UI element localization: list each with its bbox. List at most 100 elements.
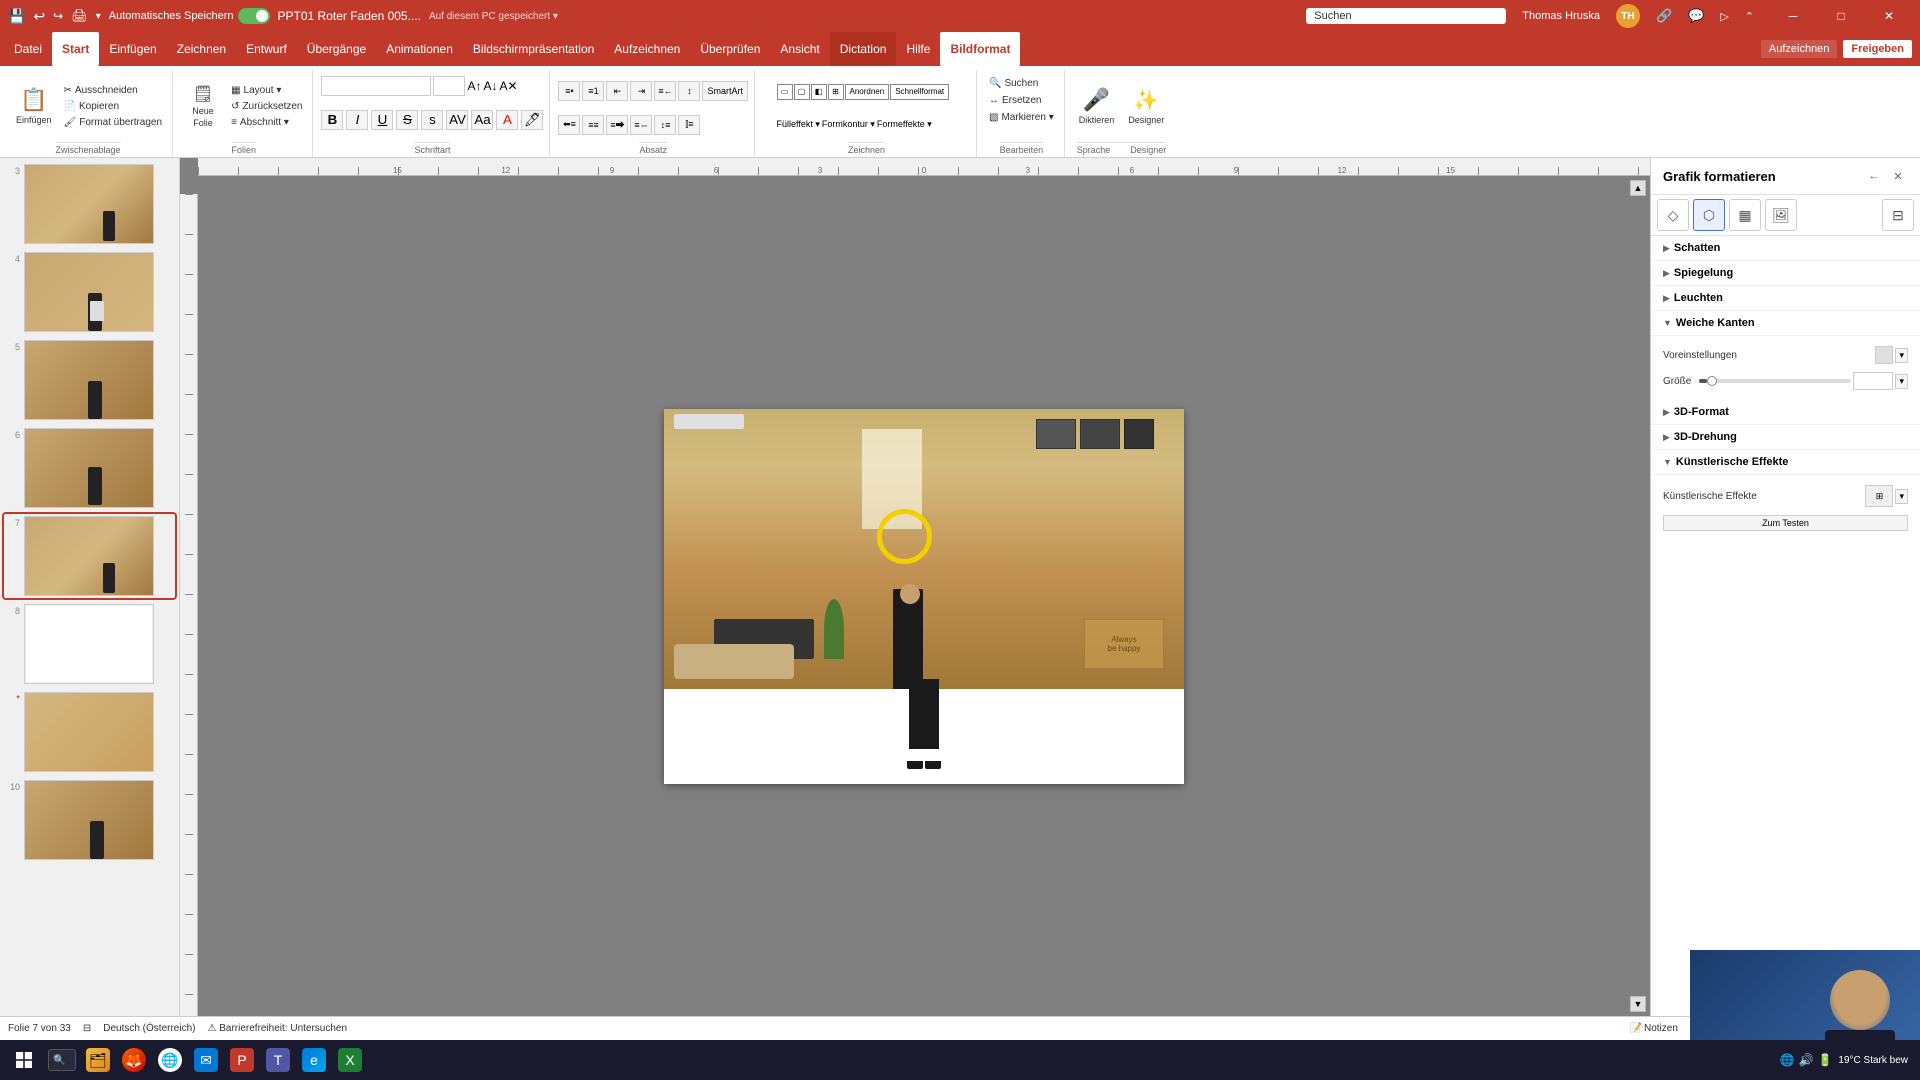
- shape-more[interactable]: ⊞: [828, 84, 844, 100]
- section-weiche-kanten[interactable]: ▼ Weiche Kanten: [1651, 311, 1920, 336]
- taskbar-edge[interactable]: e: [296, 1042, 332, 1078]
- shape-arrange[interactable]: Anordnen: [845, 84, 890, 100]
- slide-item-4[interactable]: 4: [4, 250, 175, 334]
- bullets-button[interactable]: ≡•: [558, 81, 580, 101]
- slide-item-5[interactable]: 5: [4, 338, 175, 422]
- format-uebertragen-button[interactable]: 🖌 Format übertragen: [60, 115, 167, 130]
- align-left2-button[interactable]: ≡←: [654, 81, 676, 101]
- taskbar-outlook[interactable]: ✉: [188, 1042, 224, 1078]
- bold-button[interactable]: B: [321, 110, 343, 130]
- taskbar-excel[interactable]: X: [332, 1042, 368, 1078]
- user-avatar[interactable]: TH: [1616, 4, 1640, 28]
- quickprint-icon[interactable]: 🖨: [71, 8, 88, 24]
- save-icon[interactable]: 💾: [8, 8, 25, 25]
- tab-einfuegen[interactable]: Einfügen: [99, 32, 166, 66]
- designer-button[interactable]: ✨ Designer: [1122, 72, 1170, 140]
- kuenstlerische-dropdown[interactable]: ▾: [1895, 489, 1908, 504]
- fulleffect-button[interactable]: Fülleffekt ▾: [777, 119, 820, 130]
- aufzeichnen-btn[interactable]: Aufzeichnen: [1761, 40, 1838, 58]
- align-left-button[interactable]: ⬅≡: [558, 115, 580, 135]
- zuruecksetzen-button[interactable]: ↺ Zurücksetzen: [227, 99, 306, 114]
- font-size-decrease-button[interactable]: A↓: [484, 79, 498, 93]
- taskbar-search[interactable]: 🔍: [44, 1042, 80, 1078]
- taskbar-chrome[interactable]: 🌐: [152, 1042, 188, 1078]
- italic-button[interactable]: I: [346, 110, 368, 130]
- ersetzen-button[interactable]: ↔ Ersetzen: [985, 93, 1058, 108]
- section-spiegelung[interactable]: ▶ Spiegelung: [1651, 261, 1920, 286]
- diktieren-button[interactable]: 🎤 Diktieren: [1073, 72, 1121, 140]
- tab-entwurf[interactable]: Entwurf: [236, 32, 297, 66]
- tab-datei[interactable]: Datei: [4, 32, 52, 66]
- font-size-input[interactable]: [433, 76, 465, 96]
- slide-item-10[interactable]: 10: [4, 778, 175, 862]
- comments-icon[interactable]: 💬: [1688, 8, 1704, 24]
- columns-button[interactable]: ⫿≡: [678, 115, 700, 135]
- align-right-button[interactable]: ≡⮕: [606, 115, 628, 135]
- align-center-button[interactable]: ≡≡: [582, 115, 604, 135]
- slide-item-3[interactable]: 3: [4, 162, 175, 246]
- decrease-indent-button[interactable]: ⇤: [606, 81, 628, 101]
- taskbar-explorer[interactable]: 🗂: [80, 1042, 116, 1078]
- language-status[interactable]: Deutsch (Österreich): [103, 1023, 195, 1034]
- suchen-button[interactable]: 🔍 Suchen: [985, 76, 1058, 91]
- volume-icon[interactable]: 🔊: [1799, 1053, 1814, 1067]
- tab-bildformat[interactable]: Bildformat: [940, 32, 1020, 66]
- numbering-button[interactable]: ≡1: [582, 81, 604, 101]
- tab-zeichnen[interactable]: Zeichnen: [167, 32, 236, 66]
- maximize-button[interactable]: □: [1818, 0, 1864, 32]
- freigeben-btn[interactable]: Freigeben: [1843, 40, 1912, 58]
- highlight-button[interactable]: 🖊: [521, 110, 543, 130]
- abschnitt-button[interactable]: ≡ Abschnitt ▾: [227, 115, 306, 130]
- close-button[interactable]: ✕: [1866, 0, 1912, 32]
- shape-rounded[interactable]: ▢: [794, 84, 810, 100]
- kuenstlerische-grid-button[interactable]: ⊞: [1865, 485, 1893, 507]
- ausschneiden-button[interactable]: ✂ Ausschneiden: [60, 83, 167, 98]
- section-3d-drehung[interactable]: ▶ 3D-Drehung: [1651, 425, 1920, 450]
- strikethrough-button[interactable]: S: [396, 110, 418, 130]
- autosave-toggle[interactable]: [238, 8, 270, 24]
- groesse-slider-thumb[interactable]: [1707, 376, 1717, 386]
- voreinstellungen-colorbox[interactable]: [1875, 346, 1893, 364]
- search-bar[interactable]: Suchen: [1306, 8, 1506, 24]
- minimize-button[interactable]: ─: [1770, 0, 1816, 32]
- line-spacing-button[interactable]: ↕≡: [654, 115, 676, 135]
- format-tab-size[interactable]: ▦: [1729, 199, 1761, 231]
- tab-animationen[interactable]: Animationen: [376, 32, 463, 66]
- section-3d-format[interactable]: ▶ 3D-Format: [1651, 400, 1920, 425]
- tab-uebergaenge[interactable]: Übergänge: [297, 32, 376, 66]
- smartart-button[interactable]: SmartArt: [702, 81, 748, 101]
- present-icon[interactable]: ▷: [1720, 10, 1728, 23]
- start-button[interactable]: [4, 1040, 44, 1080]
- voreinstellungen-dropdown[interactable]: ▾: [1895, 348, 1908, 363]
- shadow-button[interactable]: s: [421, 110, 443, 130]
- einfuegen-button[interactable]: 📋 Einfügen: [10, 72, 58, 140]
- font-size-increase-button[interactable]: A↑: [467, 79, 481, 93]
- formeffekte-button[interactable]: Formeffekte ▾: [877, 119, 932, 130]
- text-direction-button[interactable]: ↕: [678, 81, 700, 101]
- font-color-button[interactable]: A: [496, 110, 518, 130]
- taskbar-powerpoint[interactable]: P: [224, 1042, 260, 1078]
- tab-praesentation[interactable]: Bildschirmpräsentation: [463, 32, 604, 66]
- customize-icon[interactable]: ▾: [96, 11, 101, 22]
- kopieren-button[interactable]: 📄 Kopieren: [60, 99, 167, 114]
- scroll-down[interactable]: ▼: [1630, 996, 1646, 1012]
- case-button[interactable]: Aa: [471, 110, 493, 130]
- underline-button[interactable]: U: [371, 110, 393, 130]
- share-icon[interactable]: 🔗: [1656, 8, 1672, 24]
- justify-button[interactable]: ≡⇔: [630, 115, 652, 135]
- taskbar-firefox[interactable]: 🦊: [116, 1042, 152, 1078]
- network-icon[interactable]: 🌐: [1780, 1053, 1795, 1067]
- markieren-button[interactable]: ▧ Markieren ▾: [985, 110, 1058, 125]
- layout-button[interactable]: ▦ Layout ▾: [227, 83, 306, 98]
- slide-item-9[interactable]: *: [4, 690, 175, 774]
- slide-item-7[interactable]: 7: [4, 514, 175, 598]
- slide-item-6[interactable]: 6: [4, 426, 175, 510]
- notes-button[interactable]: 📝 Notizen: [1630, 1023, 1678, 1034]
- shape-snip[interactable]: ◧: [811, 84, 827, 100]
- undo-icon[interactable]: ↩: [33, 8, 45, 25]
- section-kuenstlerische-effekte[interactable]: ▼ Künstlerische Effekte: [1651, 450, 1920, 475]
- panel-close-button[interactable]: ✕: [1888, 166, 1908, 186]
- groesse-slider[interactable]: [1699, 379, 1851, 383]
- accessibility-status[interactable]: ⚠ Barrierefreiheit: Untersuchen: [207, 1023, 347, 1034]
- ribbon-toggle-icon[interactable]: ⌃: [1745, 10, 1754, 23]
